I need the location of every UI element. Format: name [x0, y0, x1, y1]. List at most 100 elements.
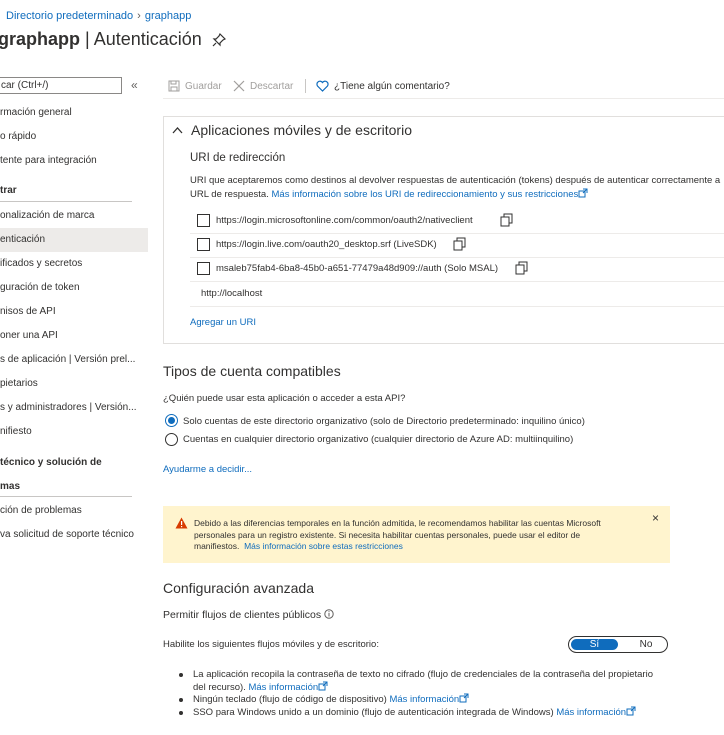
breadcrumb: Directorio predeterminado › graphapp [6, 10, 191, 22]
sidebar-item-owners[interactable]: pietarios [0, 372, 148, 396]
advanced-config-heading: Configuración avanzada [163, 580, 314, 596]
uri-text: msaleb75fab4-6ba8-45b0-a651-77479a48d909… [216, 263, 499, 274]
sidebar-item-new-support-request[interactable]: va solicitud de soporte técnico [0, 523, 148, 547]
restrictions-learn-more-link[interactable]: Más información sobre estas restriccione… [244, 541, 403, 551]
redirect-uri-description-2: URL de respuesta. Más información sobre … [190, 188, 588, 200]
add-uri-link[interactable]: Agregar un URI [190, 317, 256, 328]
uri-text: https://login.microsoftonline.com/common… [216, 215, 473, 226]
bullet-device-code: Ningún teclado (flujo de código de dispo… [178, 693, 469, 706]
close-banner-icon[interactable]: × [652, 511, 659, 525]
account-types-heading: Tipos de cuenta compatibles [163, 363, 341, 379]
uri-checkbox[interactable] [197, 214, 210, 227]
sidebar-section-support-2: mas [0, 481, 21, 492]
close-icon [233, 80, 245, 92]
sidebar-item-certificates[interactable]: ificados y secretos [0, 252, 148, 276]
toolbar-divider [305, 79, 306, 93]
toolbar-separator [163, 98, 724, 99]
single-tenant-radio[interactable] [165, 414, 178, 427]
warning-line-2: personales para un registro existente. S… [194, 529, 581, 540]
bullet-windows-sso: SSO para Windows unido a un dominio (flu… [178, 706, 636, 719]
device-code-more-info-link[interactable]: Más información [389, 694, 459, 705]
public-flows-text: Permitir flujos de clientes públicos [163, 609, 322, 621]
windows-sso-more-info-link[interactable]: Más información [556, 707, 626, 718]
sidebar-item-api-permissions[interactable]: nisos de API [0, 300, 148, 324]
uri-row: https://login.microsoftonline.com/common… [190, 210, 724, 234]
info-icon[interactable] [324, 609, 334, 619]
warning-text: Debido a las diferencias temporales en l… [194, 518, 601, 553]
copy-icon[interactable] [500, 213, 513, 227]
single-tenant-label[interactable]: Solo cuentas de este directorio organiza… [183, 416, 585, 427]
warning-line-1: Debido a las diferencias temporales en l… [194, 518, 601, 528]
redirect-uri-title: URI de redirección [190, 152, 286, 164]
discard-button[interactable]: Descartar [233, 78, 293, 94]
sidebar-item-manifest[interactable]: nifiesto [0, 420, 148, 444]
external-link-icon [626, 706, 636, 716]
breadcrumb-separator-icon: › [137, 10, 141, 22]
public-client-toggle[interactable]: Sí No [568, 636, 668, 653]
uri-checkbox[interactable] [197, 238, 210, 251]
page-title-separator: | [80, 29, 94, 49]
custom-uri-input[interactable]: http://localhost [201, 288, 262, 299]
uri-text: https://login.live.com/oauth20_desktop.s… [216, 239, 437, 250]
sidebar-item-roles-admins[interactable]: s y administradores | Versión... [0, 396, 148, 420]
public-flows-label: Permitir flujos de clientes públicos [163, 609, 334, 621]
uri-row: msaleb75fab4-6ba8-45b0-a651-77479a48d909… [190, 258, 724, 282]
breadcrumb-directory[interactable]: Directorio predeterminado [6, 10, 133, 22]
sidebar-item-overview[interactable]: rmación general [0, 101, 148, 125]
feedback-label: ¿Tiene algún comentario? [334, 80, 450, 92]
uri-checkbox[interactable] [197, 262, 210, 275]
sidebar-item-token-config[interactable]: guración de token [0, 276, 148, 300]
sidebar-section-manage: trar [0, 185, 17, 196]
warning-icon [175, 517, 188, 529]
sidebar-divider [0, 496, 132, 497]
bullet-device-code-text: Ningún teclado (flujo de código de dispo… [193, 694, 387, 705]
copy-icon[interactable] [515, 261, 528, 275]
multi-tenant-label[interactable]: Cuentas en cualquier directorio organiza… [183, 434, 573, 445]
bullet-ropc: La aplicación recopila la contraseña de … [179, 668, 653, 694]
page-title-app: graphapp [0, 29, 81, 49]
sidebar-item-branding[interactable]: onalización de marca [0, 204, 148, 228]
toggle-no[interactable]: No [626, 639, 666, 650]
sidebar-item-authentication[interactable]: enticación [0, 228, 148, 252]
bullet-ropc-line2-text: del recurso). [193, 682, 246, 693]
warning-line-3: manifiestos. Más información sobre estas… [194, 541, 601, 553]
sidebar-item-integration-assistant[interactable]: tente para integración [0, 149, 148, 173]
bullet-windows-sso-text: SSO para Windows unido a un dominio (flu… [193, 707, 554, 718]
sidebar-item-troubleshooting[interactable]: ción de problemas [0, 499, 148, 523]
collapse-sidebar-icon[interactable]: « [131, 78, 138, 92]
save-label: Guardar [185, 80, 222, 92]
sidebar-item-app-roles[interactable]: s de aplicación | Versión prel... [0, 348, 148, 372]
help-me-decide-link[interactable]: Ayudarme a decidir... [163, 464, 252, 475]
page-title-page: Autenticación [93, 29, 202, 49]
redirect-uri-learn-more-link[interactable]: Más información sobre los URI de redirec… [272, 189, 579, 200]
sidebar-item-expose-api[interactable]: oner una API [0, 324, 148, 348]
multi-tenant-radio[interactable] [165, 433, 178, 446]
external-link-icon [459, 693, 469, 703]
heart-icon [316, 80, 329, 92]
warning-line-3-text: manifiestos. [194, 541, 240, 551]
mobile-desktop-heading[interactable]: Aplicaciones móviles y de escritorio [191, 122, 412, 138]
pin-icon[interactable] [212, 33, 226, 47]
discard-label: Descartar [250, 80, 294, 92]
external-link-icon [578, 188, 588, 198]
ropc-more-info-link[interactable]: Más información [248, 682, 318, 693]
external-link-icon [318, 681, 328, 691]
sidebar-item-quickstart[interactable]: o rápido [0, 125, 148, 149]
account-types-question: ¿Quién puede usar esta aplicación o acce… [163, 393, 406, 404]
toggle-yes[interactable]: Sí [571, 639, 618, 650]
save-icon [168, 80, 180, 92]
redirect-uri-description: URI que aceptaremos como destinos al dev… [190, 175, 721, 186]
search-input[interactable]: car (Ctrl+/) [0, 77, 122, 94]
custom-uri-row[interactable]: http://localhost [190, 283, 724, 307]
breadcrumb-app[interactable]: graphapp [145, 10, 192, 22]
save-button[interactable]: Guardar [168, 78, 222, 94]
reply-url-text: URL de respuesta. [190, 189, 269, 200]
feedback-button[interactable]: ¿Tiene algún comentario? [316, 78, 450, 94]
uri-row: https://login.live.com/oauth20_desktop.s… [190, 234, 724, 258]
page-title: graphapp | Autenticación [0, 29, 202, 50]
chevron-up-icon[interactable] [172, 126, 183, 134]
sidebar-divider [0, 201, 132, 202]
copy-icon[interactable] [453, 237, 466, 251]
sidebar-section-support: técnico y solución de [0, 457, 102, 468]
enable-flows-label: Habilite los siguientes flujos móviles y… [163, 639, 379, 650]
